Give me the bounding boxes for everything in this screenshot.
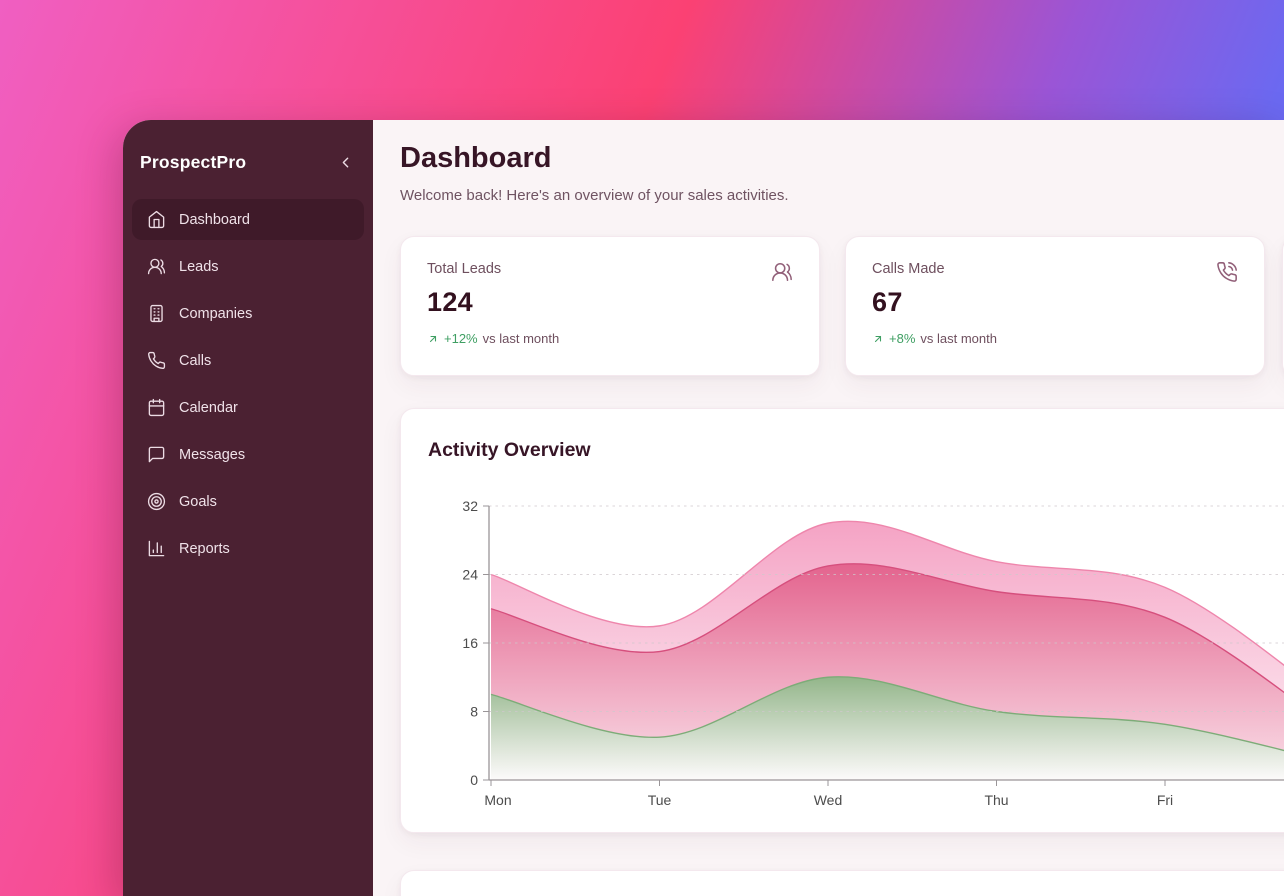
target-icon (147, 492, 166, 511)
users-icon (771, 261, 793, 288)
svg-text:8: 8 (470, 704, 478, 720)
sidebar-item-label: Dashboard (179, 212, 250, 228)
stat-trend: +12% vs last month (427, 331, 793, 346)
trend-suffix: vs last month (920, 331, 997, 346)
svg-text:0: 0 (470, 772, 478, 788)
svg-text:32: 32 (462, 498, 478, 514)
sidebar-item-dashboard[interactable]: Dashboard (132, 199, 364, 240)
home-icon (147, 210, 166, 229)
sidebar-collapse-button[interactable] (335, 152, 356, 173)
sidebar-item-leads[interactable]: Leads (132, 246, 364, 287)
trend-up-icon (427, 333, 439, 345)
app-window: ProspectPro Dashboard Leads Companies Calls… (123, 120, 1284, 896)
sidebar-item-goals[interactable]: Goals (132, 481, 364, 522)
trend-up-icon (872, 333, 884, 345)
sidebar-item-label: Messages (179, 447, 245, 463)
sidebar-item-calendar[interactable]: Calendar (132, 387, 364, 428)
chart-title: Activity Overview (428, 439, 591, 462)
sidebar-item-label: Companies (179, 306, 252, 322)
stat-value: 124 (427, 287, 793, 318)
desktop-background: { "background": { "gradient": ["#f05fc2"… (0, 0, 1284, 896)
sidebar-header: ProspectPro (132, 120, 364, 199)
brand-logo: ProspectPro (140, 152, 246, 173)
sidebar: ProspectPro Dashboard Leads Companies Calls… (123, 120, 373, 896)
bar-chart-icon (147, 539, 166, 558)
sidebar-item-reports[interactable]: Reports (132, 528, 364, 569)
sidebar-item-messages[interactable]: Messages (132, 434, 364, 475)
sidebar-nav: Dashboard Leads Companies Calls Calendar Mess… (132, 199, 364, 569)
stat-value: 67 (872, 287, 1238, 318)
page-subtitle: Welcome back! Here's an overview of your… (400, 187, 789, 204)
sidebar-item-label: Reports (179, 541, 230, 557)
svg-text:Mon: Mon (484, 792, 511, 808)
svg-text:Tue: Tue (648, 792, 672, 808)
svg-text:Wed: Wed (814, 792, 843, 808)
trend-suffix: vs last month (483, 331, 560, 346)
stat-trend: +8% vs last month (872, 331, 1238, 346)
stat-label: Total Leads (427, 261, 793, 277)
users-icon (147, 257, 166, 276)
sidebar-item-calls[interactable]: Calls (132, 340, 364, 381)
svg-text:16: 16 (462, 635, 478, 651)
page-title: Dashboard (400, 142, 551, 175)
main-content: Dashboard Welcome back! Here's an overvi… (373, 120, 1284, 896)
sidebar-item-companies[interactable]: Companies (132, 293, 364, 334)
phone-icon (147, 351, 166, 370)
stat-label: Calls Made (872, 261, 1238, 277)
stat-card-total-leads: Total Leads 124 +12% vs last month (400, 236, 820, 376)
trend-value: +8% (889, 331, 915, 346)
message-icon (147, 445, 166, 464)
svg-text:24: 24 (462, 567, 478, 583)
trend-value: +12% (444, 331, 478, 346)
calendar-icon (147, 398, 166, 417)
stats-row: Total Leads124+12%vs last monthCalls Mad… (400, 236, 1265, 376)
sidebar-item-label: Goals (179, 494, 217, 510)
activity-overview-card: Activity Overview 0 8 16 24 32 Mon Tue Wed Thu Fr… (400, 408, 1284, 833)
activity-chart: 08162432MonTueWedThuFriSat (401, 471, 1284, 821)
sidebar-item-label: Calendar (179, 400, 238, 416)
phone-call-icon (1216, 261, 1238, 288)
sidebar-item-label: Leads (179, 259, 219, 275)
svg-text:Fri: Fri (1157, 792, 1173, 808)
bottom-card-partial (400, 870, 1284, 896)
stat-card-calls-made: Calls Made 67 +8% vs last month (845, 236, 1265, 376)
chevron-left-icon (337, 154, 354, 171)
svg-text:Thu: Thu (984, 792, 1008, 808)
building-icon (147, 304, 166, 323)
sidebar-item-label: Calls (179, 353, 211, 369)
